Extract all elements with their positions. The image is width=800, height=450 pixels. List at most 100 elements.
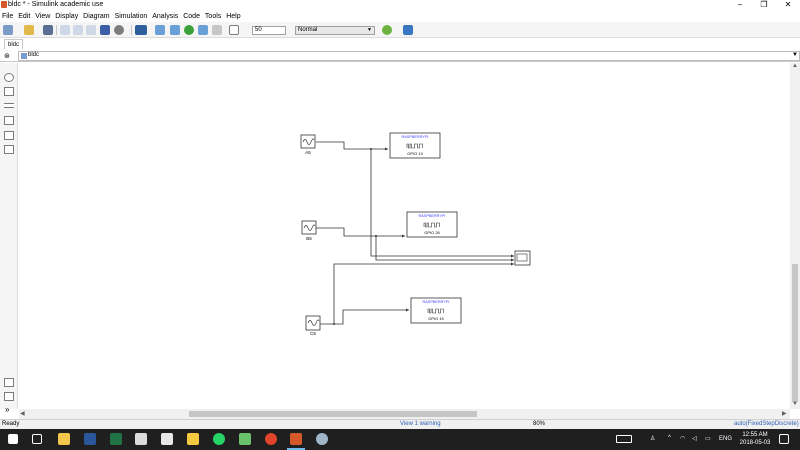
menu-diagram[interactable]: Diagram	[83, 11, 109, 22]
step-back-icon[interactable]	[155, 25, 165, 35]
step-icon[interactable]	[170, 25, 180, 35]
clock-time: 12:55 AM	[742, 432, 768, 438]
calendar-icon[interactable]	[135, 433, 147, 445]
menu-analysis[interactable]: Analysis	[152, 11, 178, 22]
save-icon[interactable]	[43, 25, 53, 35]
chevron-down-icon[interactable]: ▼	[792, 52, 798, 58]
scope-icon[interactable]	[229, 25, 239, 35]
close-button[interactable]: ✕	[776, 0, 800, 9]
menu-file[interactable]: File	[2, 11, 13, 22]
source-label: B5	[306, 236, 312, 241]
matlab-icon[interactable]	[290, 433, 302, 445]
library-browser-icon[interactable]	[100, 25, 110, 35]
scroll-left-icon[interactable]: ◀	[20, 410, 25, 417]
area-icon[interactable]	[4, 145, 14, 154]
mail-icon[interactable]	[161, 433, 173, 445]
arrow-icon[interactable]	[4, 103, 14, 108]
file-explorer-icon[interactable]	[187, 433, 199, 445]
open-folder-icon[interactable]	[24, 25, 34, 35]
forward-icon[interactable]	[73, 25, 83, 35]
arrow-head	[511, 258, 514, 262]
model-icon	[21, 53, 27, 59]
wire-a5-gpio13	[316, 141, 388, 150]
scroll-down-icon[interactable]: ▼	[792, 401, 798, 407]
gpio-header: RASPBERRYPI	[402, 135, 429, 139]
stop-icon[interactable]	[212, 25, 222, 35]
model-advisor-icon[interactable]	[382, 25, 392, 35]
menu-edit[interactable]: Edit	[18, 11, 30, 22]
zoom-icon[interactable]	[4, 73, 14, 82]
store-icon[interactable]	[58, 433, 70, 445]
scroll-right-icon[interactable]: ▶	[782, 410, 787, 417]
model-canvas[interactable]: A5 B5 C5 RASPBERRYPI GPIO 13 RASPBERRYPI…	[19, 63, 790, 409]
word-icon[interactable]	[84, 433, 96, 445]
restore-button[interactable]: ❐	[752, 0, 776, 9]
address-box[interactable]	[18, 51, 800, 61]
chevron-down-icon: ▼	[367, 27, 372, 33]
screenshot-icon[interactable]	[4, 378, 14, 387]
gpio-block-26[interactable]: RASPBERRYPI GPIO 26	[406, 211, 458, 238]
toolbar	[0, 22, 800, 38]
source-block-a5[interactable]: A5	[300, 134, 316, 155]
menu-tools[interactable]: Tools	[205, 11, 221, 22]
hierarchy-icon[interactable]	[4, 392, 14, 401]
annotation-icon[interactable]	[4, 116, 14, 125]
horizontal-scrollbar[interactable]: ◀ ▶	[19, 409, 790, 419]
warning-link[interactable]: View 1 warning	[400, 421, 441, 427]
simulation-mode-value: Normal	[298, 27, 318, 33]
battery-icon[interactable]	[616, 435, 632, 443]
excel-icon[interactable]	[110, 433, 122, 445]
fit-to-view-icon[interactable]	[4, 87, 14, 96]
gpio-block-19[interactable]: RASPBERRYPI GPIO 19	[410, 297, 462, 324]
simulation-mode-select[interactable]: Normal ▼	[295, 26, 375, 35]
task-view-icon[interactable]	[32, 434, 42, 444]
scroll-up-icon[interactable]: ▲	[792, 63, 798, 69]
solver-link[interactable]: auto(FixedStepDiscrete)	[734, 421, 799, 427]
back-icon[interactable]	[60, 25, 70, 35]
scope-block[interactable]	[514, 250, 531, 266]
horizontal-scroll-thumb[interactable]	[189, 411, 477, 417]
image-icon[interactable]	[4, 131, 14, 140]
gpio-block-13[interactable]: RASPBERRYPI GPIO 13	[389, 132, 441, 159]
toolbar-separator	[131, 25, 132, 35]
chrome-icon[interactable]	[265, 433, 277, 445]
chevron-up-icon[interactable]: ^	[668, 435, 671, 441]
vertical-scrollbar[interactable]: ▲ ▼	[790, 63, 800, 409]
arrow-head	[406, 308, 409, 312]
build-icon[interactable]	[403, 25, 413, 35]
hide-explorer-icon[interactable]: ⊛	[4, 52, 10, 60]
settings-gear-icon[interactable]	[114, 25, 124, 35]
tab-bldc[interactable]: bldc	[4, 39, 24, 49]
up-icon[interactable]	[86, 25, 96, 35]
app-icon[interactable]	[239, 433, 251, 445]
menu-view[interactable]: View	[35, 11, 50, 22]
menu-display[interactable]: Display	[55, 11, 78, 22]
model-explorer-icon[interactable]	[135, 25, 147, 35]
step-forward-icon[interactable]	[198, 25, 208, 35]
branch-point	[375, 235, 377, 237]
windows-start-icon[interactable]	[8, 434, 18, 444]
source-block-b5[interactable]: B5	[301, 220, 317, 241]
action-center-icon[interactable]	[779, 434, 789, 444]
expand-icon[interactable]: »	[5, 405, 9, 414]
whatsapp-icon[interactable]	[213, 433, 225, 445]
run-icon[interactable]	[184, 25, 194, 35]
arrow-head	[511, 254, 514, 258]
window-title: bldc * - Simulink academic use	[8, 1, 104, 8]
language-indicator[interactable]: ENG	[719, 436, 732, 442]
new-model-icon[interactable]	[3, 25, 13, 35]
vertical-scroll-thumb[interactable]	[792, 264, 798, 402]
menu-help[interactable]: Help	[226, 11, 240, 22]
source-block-c5[interactable]: C5	[305, 315, 321, 336]
notification-icon[interactable]: ▭	[705, 435, 711, 442]
stop-time-input[interactable]: 50	[252, 26, 286, 35]
source-label: C5	[310, 331, 316, 336]
volume-icon[interactable]: ◁	[692, 435, 697, 442]
people-icon[interactable]: ♙	[650, 435, 655, 442]
menu-code[interactable]: Code	[183, 11, 200, 22]
minimize-button[interactable]: –	[728, 0, 752, 9]
app-icon-2[interactable]	[316, 433, 328, 445]
wifi-icon[interactable]: ◠	[680, 435, 685, 442]
menu-simulation[interactable]: Simulation	[115, 11, 148, 22]
system-clock[interactable]: 12:55 AM 2018-05-03	[738, 431, 772, 447]
